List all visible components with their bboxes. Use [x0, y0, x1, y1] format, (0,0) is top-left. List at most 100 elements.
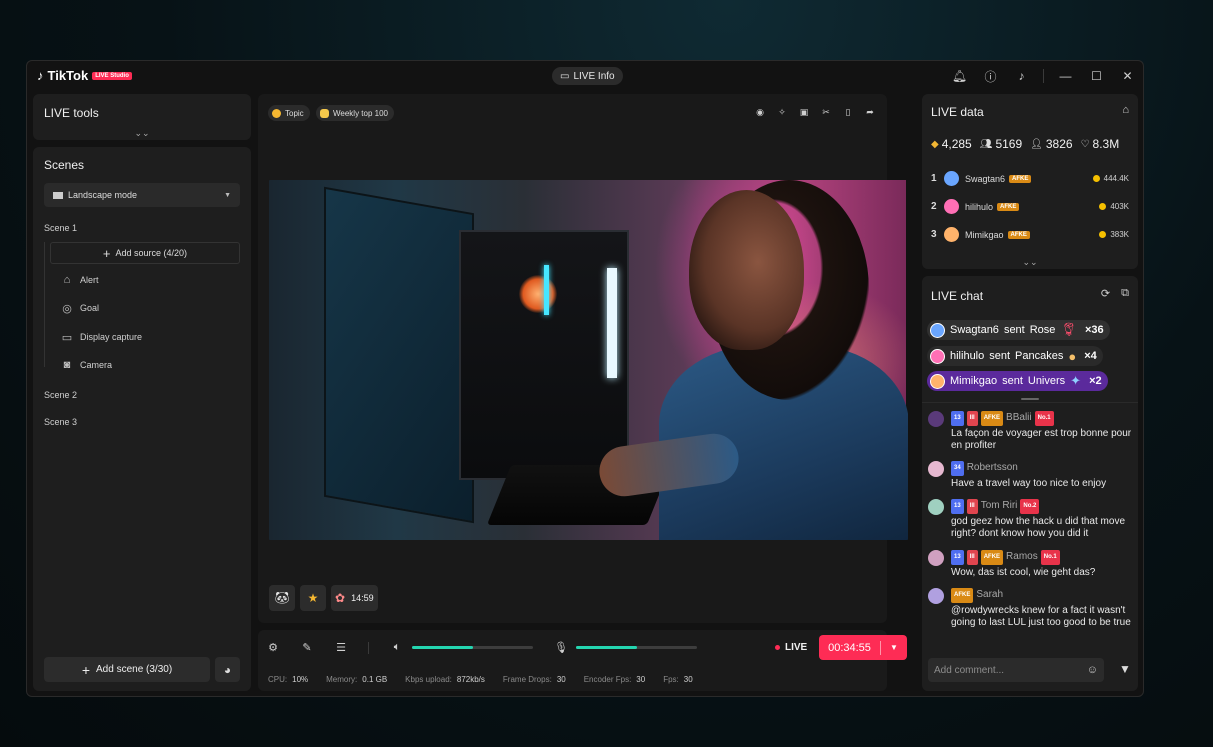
source-item-display-capture[interactable]: ▭ Display capture [61, 331, 142, 344]
help-icon[interactable]: ⓘ [975, 61, 1006, 91]
live-timer: 00:34:55 [828, 641, 871, 654]
rank-score: 383K [1099, 230, 1129, 239]
afke-badge: AFKE [1007, 230, 1030, 239]
gift-timer: 14:59 [351, 593, 374, 603]
caret-down-icon[interactable]: ▼ [881, 643, 907, 652]
magic-wand-icon[interactable]: ✎ [300, 640, 314, 654]
gift-slot-1[interactable]: 🐼︎ [269, 585, 295, 611]
ranking-row[interactable]: 2 hilihulo AFKE 403K [931, 199, 1129, 214]
stat-cpu: CPU: 10% [268, 675, 309, 684]
panda-gift-icon: 🐼︎ [274, 591, 290, 605]
mode-select[interactable]: Landscape mode ▼ [44, 183, 240, 207]
caret-down-icon: ▼ [224, 191, 231, 199]
chat-header-icons: ⟳ ⧉ [1101, 287, 1129, 300]
chat-username[interactable]: Robertsson [967, 462, 1018, 475]
refresh-icon[interactable]: ⟳ [1101, 287, 1110, 300]
live-timer-button[interactable]: 00:34:55 ▼ [819, 635, 907, 660]
microphone-icon[interactable]: 🎙︎ [554, 640, 568, 654]
add-source-button[interactable]: + Add source (4/20) [50, 242, 240, 264]
live-preview[interactable] [269, 180, 908, 540]
live-chat-panel: LIVE chat ⟳ ⧉ Swagtan6 sent Rose 🌹︎ ×36 … [922, 276, 1138, 691]
stage-panel: Topic Weekly top 100 ◉ ✧ ▣ ✂ ▯ ➦ 🐼︎ ★ ✿ … [258, 94, 908, 623]
rank-badge: No.1 [1040, 550, 1060, 565]
afke-badge: AFKE [980, 550, 1004, 565]
users-icon: 👥︎ [979, 138, 993, 150]
close-icon[interactable]: ✕ [1112, 61, 1143, 91]
resize-handle[interactable] [1021, 398, 1039, 400]
metric-followers: 👤︎ 3826 [1030, 137, 1073, 151]
live-label: LIVE [785, 642, 808, 653]
source-item-camera[interactable]: ◙ Camera [61, 359, 112, 371]
scene-item-1[interactable]: Scene 1 [44, 223, 77, 233]
chat-username[interactable]: Ramos [1006, 551, 1038, 564]
volume-slider[interactable] [412, 646, 533, 649]
maximize-icon[interactable]: ☐ [1081, 61, 1112, 91]
title-bar: ♪ TikTok LIVE Studio ▭ LIVE Info 🔔︎ ⓘ ♪ … [27, 61, 1143, 91]
avatar [944, 171, 959, 186]
gift-banner: Swagtan6 sent Rose 🌹︎ ×36 [927, 320, 1110, 340]
palette-button[interactable]: ◕ [215, 657, 240, 682]
chat-username[interactable]: Sarah [976, 589, 1003, 602]
controls-bar: ⚙ ✎ ☰ 🔈︎ 🎙︎ LIVE 00:34:55 ▼ CPU: 10% Memo… [258, 630, 907, 691]
gift-slot-2[interactable]: ★ [300, 585, 326, 611]
stage-toolbar: ◉ ✧ ▣ ✂ ▯ ➦ [753, 105, 877, 119]
record-icon[interactable]: ◉ [753, 105, 767, 119]
source-item-goal[interactable]: ◎ Goal [61, 302, 99, 315]
chat-text: La façon de voyager est trop bonne pour … [951, 427, 1132, 452]
avatar [928, 499, 944, 515]
ranking-row[interactable]: 1 Swagtan6 AFKE 444.4K [931, 171, 1129, 186]
pancake-icon: ● [1068, 348, 1077, 364]
expand-chevron-icon[interactable]: ⌄⌄ [1022, 257, 1037, 268]
home-icon[interactable]: ⌂ [1122, 104, 1129, 116]
stat-encoder-fps: Encoder Fps: 30 [583, 675, 646, 684]
preview-person-head [689, 190, 804, 350]
source-label: Camera [80, 360, 113, 370]
ranking-row[interactable]: 3 Mimikgao AFKE 383K [931, 227, 1129, 242]
bell-icon[interactable]: 🔔︎ [944, 61, 975, 91]
add-source-label: Add source (4/20) [115, 248, 188, 258]
gift-slot-3[interactable]: ✿ 14:59 [331, 585, 378, 611]
gift-user: Swagtan6 [950, 324, 999, 336]
add-scene-button[interactable]: + Add scene (3/30) [44, 657, 210, 682]
tools-icon[interactable]: ✂ [819, 105, 833, 119]
minimize-icon[interactable]: — [1050, 61, 1081, 91]
effects-icon[interactable]: ✧ [775, 105, 789, 119]
scene-item-3[interactable]: Scene 3 [44, 417, 77, 427]
tiktok-note-icon: ♪ [37, 68, 44, 83]
chat-username[interactable]: Tom Riri [981, 500, 1018, 513]
topic-chip[interactable]: Topic [268, 105, 310, 121]
emoji-icon[interactable]: ☺ [1087, 664, 1098, 676]
tiktok-account-icon[interactable]: ♪ [1006, 61, 1037, 91]
filter-icon[interactable]: ▼ [1119, 662, 1131, 676]
title-separator [1043, 69, 1044, 83]
mic-slider[interactable] [576, 646, 697, 649]
speaker-icon[interactable]: 🔈︎ [390, 640, 404, 654]
source-item-alert[interactable]: ⌂ Alert [61, 274, 99, 286]
chat-username[interactable]: BBalii [1006, 412, 1032, 425]
chat-message: 34 Robertsson Have a travel way too nice… [928, 461, 1133, 490]
gift-count: ×2 [1089, 375, 1102, 387]
rose-icon: 🌹︎ [1060, 322, 1077, 337]
palette-icon: ◕ [223, 662, 232, 677]
live-dot [775, 645, 780, 650]
share-icon[interactable]: ➦ [863, 105, 877, 119]
comment-placeholder: Add comment... [934, 664, 1005, 676]
rank-number: 2 [931, 201, 937, 212]
phone-icon[interactable]: ▯ [841, 105, 855, 119]
settings-icon[interactable]: ⚙ [266, 640, 280, 654]
level-badge: 34 [951, 461, 964, 476]
gift-user: hilihulo [950, 350, 985, 362]
app-window: ♪ TikTok LIVE Studio ▭ LIVE Info 🔔︎ ⓘ ♪ … [26, 60, 1144, 697]
user-plus-icon: 👤︎ [1030, 138, 1043, 150]
preview-image [269, 180, 908, 540]
layout-icon[interactable]: ▣ [797, 105, 811, 119]
popout-icon[interactable]: ⧉ [1121, 287, 1129, 300]
gift-verb: sent [989, 350, 1011, 362]
chat-text: Wow, das ist cool, wie geht das? [951, 566, 1096, 578]
scene-item-2[interactable]: Scene 2 [44, 390, 77, 400]
comment-input[interactable]: Add comment... ☺ [928, 658, 1104, 682]
live-info-button[interactable]: ▭ LIVE Info [552, 67, 623, 85]
sliders-icon[interactable]: ☰ [334, 640, 348, 654]
expand-chevron-icon[interactable]: ⌄⌄ [134, 128, 149, 139]
weekly-top-chip[interactable]: Weekly top 100 [316, 105, 394, 121]
